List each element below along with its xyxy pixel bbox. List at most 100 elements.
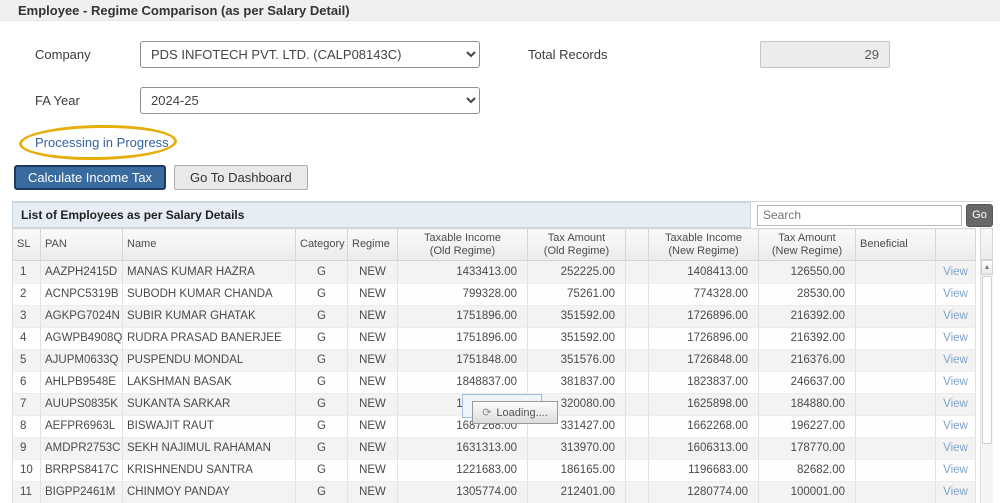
action-buttons-row: Calculate Income Tax Go To Dashboard bbox=[14, 165, 1000, 190]
cell-regime: NEW bbox=[347, 349, 398, 372]
column-header-category[interactable]: Category bbox=[295, 228, 348, 261]
cell-name: CHINMOY PANDAY bbox=[122, 481, 296, 503]
view-link[interactable]: View bbox=[943, 266, 968, 278]
cell-name: SUBIR KUMAR GHATAK bbox=[122, 305, 296, 328]
view-cell: View bbox=[935, 437, 976, 460]
view-link[interactable]: View bbox=[943, 376, 968, 388]
cell-gap bbox=[625, 437, 649, 460]
column-header-tax-amount-old[interactable]: Tax Amount (Old Regime) bbox=[527, 228, 626, 261]
cell-beneficial bbox=[855, 283, 936, 306]
cell-regime: NEW bbox=[347, 371, 398, 394]
column-header-pan[interactable]: PAN bbox=[40, 228, 123, 261]
cell-beneficial bbox=[855, 459, 936, 482]
grid-caption: List of Employees as per Salary Details bbox=[12, 202, 751, 228]
view-link[interactable]: View bbox=[943, 486, 968, 498]
cell-tax_new: 216392.00 bbox=[758, 327, 856, 350]
search-input[interactable] bbox=[757, 204, 962, 226]
loading-inner-box: ⟳ Loading.... bbox=[472, 401, 558, 424]
column-header-name[interactable]: Name bbox=[122, 228, 296, 261]
cell-taxable_old: 1305774.00 bbox=[397, 481, 528, 503]
spinner-icon: ⟳ bbox=[482, 407, 492, 419]
vertical-scrollbar[interactable]: ▲ bbox=[980, 260, 993, 503]
cell-sl: 11 bbox=[12, 481, 41, 503]
cell-pan: BRRPS8417C bbox=[40, 459, 123, 482]
cell-sl: 9 bbox=[12, 437, 41, 460]
cell-beneficial bbox=[855, 481, 936, 503]
cell-regime: NEW bbox=[347, 327, 398, 350]
total-records-field bbox=[760, 41, 890, 68]
view-link[interactable]: View bbox=[943, 398, 968, 410]
scrollbar-thumb[interactable] bbox=[982, 276, 992, 444]
cell-tax_old: 351576.00 bbox=[527, 349, 626, 372]
view-link[interactable]: View bbox=[943, 288, 968, 300]
employee-grid-panel: List of Employees as per Salary Details … bbox=[12, 201, 993, 503]
column-header-beneficial[interactable]: Beneficial bbox=[855, 228, 936, 261]
cell-tax_new: 82682.00 bbox=[758, 459, 856, 482]
total-records-label: Total Records bbox=[528, 47, 608, 62]
view-link[interactable]: View bbox=[943, 310, 968, 322]
table-row: 5 AJUPM0633Q PUSPENDU MONDAL G NEW 1751848.00… bbox=[12, 349, 976, 372]
column-header-regime[interactable]: Regime bbox=[347, 228, 398, 261]
search-go-button[interactable]: Go bbox=[966, 203, 993, 227]
column-header-tax-amount-new[interactable]: Tax Amount (New Regime) bbox=[758, 228, 856, 261]
cell-pan: AEFPR6963L bbox=[40, 415, 123, 438]
cell-gap bbox=[625, 459, 649, 482]
view-link[interactable]: View bbox=[943, 442, 968, 454]
page-title-bar: Employee - Regime Comparison (as per Sal… bbox=[0, 0, 1000, 21]
cell-beneficial bbox=[855, 349, 936, 372]
view-cell: View bbox=[935, 481, 976, 503]
cell-taxable_new: 1662268.00 bbox=[648, 415, 759, 438]
grid-body: 1 AAZPH2415D MANAS KUMAR HAZRA G NEW 1433413.… bbox=[12, 261, 993, 503]
employee-table-header: SL PAN Name Category Regime Taxable Inco… bbox=[12, 228, 976, 261]
cell-tax_new: 216392.00 bbox=[758, 305, 856, 328]
view-cell: View bbox=[935, 415, 976, 438]
cell-taxable_new: 1606313.00 bbox=[648, 437, 759, 460]
cell-taxable_old: 1751848.00 bbox=[397, 349, 528, 372]
cell-regime: NEW bbox=[347, 415, 398, 438]
cell-beneficial bbox=[855, 261, 936, 284]
employee-table: 1 AAZPH2415D MANAS KUMAR HAZRA G NEW 1433413.… bbox=[12, 261, 976, 503]
cell-regime: NEW bbox=[347, 437, 398, 460]
table-row: 11 BIGPP2461M CHINMOY PANDAY G NEW 1305774.00… bbox=[12, 481, 976, 503]
table-row: 6 AHLPB9548E LAKSHMAN BASAK G NEW 1848837.00 3… bbox=[12, 371, 976, 394]
column-header-taxable-income-new[interactable]: Taxable Income (New Regime) bbox=[648, 228, 759, 261]
cell-taxable_new: 1408413.00 bbox=[648, 261, 759, 284]
loading-text: Loading.... bbox=[496, 406, 548, 419]
scrollbar-up-icon[interactable]: ▲ bbox=[981, 260, 993, 275]
cell-tax_new: 178770.00 bbox=[758, 437, 856, 460]
cell-pan: AGKPG7024N bbox=[40, 305, 123, 328]
cell-taxable_new: 1280774.00 bbox=[648, 481, 759, 503]
view-cell: View bbox=[935, 371, 976, 394]
table-body: 1 AAZPH2415D MANAS KUMAR HAZRA G NEW 1433413.… bbox=[12, 261, 976, 503]
table-row: 3 AGKPG7024N SUBIR KUMAR GHATAK G NEW 1751896… bbox=[12, 305, 976, 328]
cell-pan: AJUPM0633Q bbox=[40, 349, 123, 372]
cell-category: G bbox=[295, 459, 348, 482]
column-header-sl[interactable]: SL bbox=[12, 228, 41, 261]
view-link[interactable]: View bbox=[943, 420, 968, 432]
view-link[interactable]: View bbox=[943, 464, 968, 476]
view-link[interactable]: View bbox=[943, 354, 968, 366]
cell-tax_old: 252225.00 bbox=[527, 261, 626, 284]
view-link[interactable]: View bbox=[943, 332, 968, 344]
cell-category: G bbox=[295, 283, 348, 306]
go-to-dashboard-button[interactable]: Go To Dashboard bbox=[174, 165, 308, 190]
column-header-view bbox=[935, 228, 976, 261]
cell-sl: 7 bbox=[12, 393, 41, 416]
header-filler bbox=[980, 228, 993, 260]
cell-beneficial bbox=[855, 415, 936, 438]
company-select[interactable]: PDS INFOTECH PVT. LTD. (CALP08143C) bbox=[140, 41, 480, 68]
cell-pan: AGWPB4908Q bbox=[40, 327, 123, 350]
cell-tax_new: 126550.00 bbox=[758, 261, 856, 284]
fa-year-select[interactable]: 2024-25 bbox=[140, 87, 480, 114]
calculate-income-tax-button[interactable]: Calculate Income Tax bbox=[14, 165, 167, 190]
cell-sl: 8 bbox=[12, 415, 41, 438]
column-header-taxable-income-old[interactable]: Taxable Income (Old Regime) bbox=[397, 228, 528, 261]
cell-taxable_new: 1726896.00 bbox=[648, 305, 759, 328]
cell-regime: NEW bbox=[347, 305, 398, 328]
cell-name: KRISHNENDU SANTRA bbox=[122, 459, 296, 482]
cell-beneficial bbox=[855, 437, 936, 460]
cell-taxable_old: 799328.00 bbox=[397, 283, 528, 306]
cell-taxable_new: 1196683.00 bbox=[648, 459, 759, 482]
cell-beneficial bbox=[855, 327, 936, 350]
cell-name: SUBODH KUMAR CHANDA bbox=[122, 283, 296, 306]
